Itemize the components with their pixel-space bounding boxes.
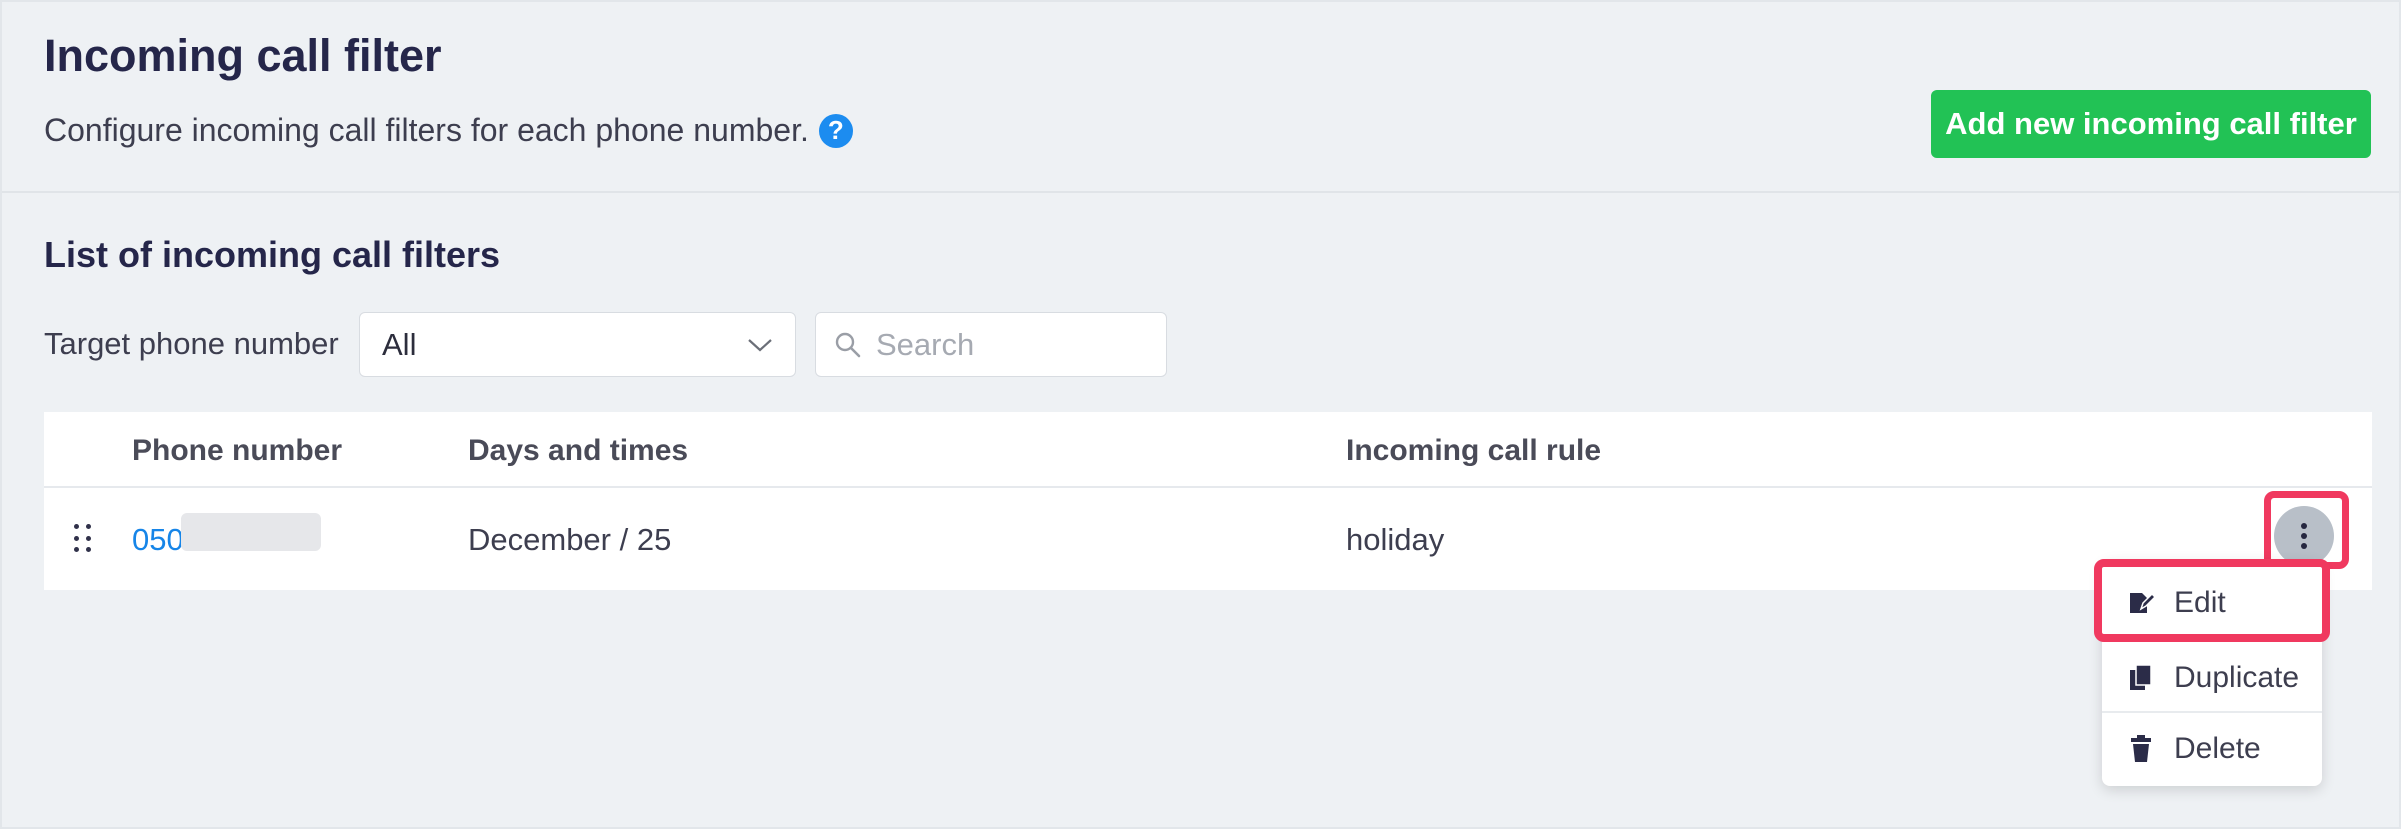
help-icon[interactable]: ? <box>818 113 853 148</box>
days-and-times-cell: December / 25 <box>468 522 672 557</box>
menu-item-label: Duplicate <box>2174 660 2300 694</box>
edit-highlight <box>2094 559 2330 642</box>
redacted-phone-digits <box>181 513 321 551</box>
page-subtitle-text: Configure incoming call filters for each… <box>44 112 809 148</box>
page-subtitle: Configure incoming call filters for each… <box>44 112 853 149</box>
phone-number-link[interactable]: 050 <box>132 522 184 558</box>
column-header-days-and-times: Days and times <box>468 434 689 467</box>
section-title: List of incoming call filters <box>44 234 501 275</box>
table-header: Phone number Days and times Incoming cal… <box>44 412 2372 488</box>
incoming-call-filter-table: Phone number Days and times Incoming cal… <box>44 412 2372 590</box>
target-phone-number-label: Target phone number <box>44 326 339 361</box>
menu-item-duplicate[interactable]: Duplicate <box>2102 640 2322 715</box>
page-title: Incoming call filter <box>44 30 442 81</box>
search-icon <box>835 332 861 357</box>
table-row[interactable]: 050 December / 25 holiday <box>44 490 2372 590</box>
header-divider <box>2 191 2401 193</box>
menu-item-label: Delete <box>2174 731 2261 765</box>
target-phone-number-select[interactable]: All <box>359 312 796 377</box>
column-header-incoming-call-rule: Incoming call rule <box>1346 434 1602 467</box>
trash-icon <box>2131 734 2151 762</box>
search-box[interactable] <box>815 312 1167 377</box>
more-options-highlight <box>2264 491 2349 569</box>
search-input[interactable] <box>876 326 1146 363</box>
add-incoming-call-filter-button[interactable]: Add new incoming call filter <box>1931 90 2371 158</box>
menu-item-delete[interactable]: Delete <box>2102 711 2322 786</box>
select-value: All <box>382 326 417 362</box>
drag-handle-icon[interactable] <box>74 524 92 554</box>
chevron-down-icon <box>748 338 772 351</box>
incoming-call-rule-cell: holiday <box>1346 522 1445 557</box>
column-header-phone-number: Phone number <box>132 434 343 467</box>
duplicate-icon <box>2130 663 2152 690</box>
incoming-call-filter-page: Incoming call filter Configure incoming … <box>0 0 2401 829</box>
